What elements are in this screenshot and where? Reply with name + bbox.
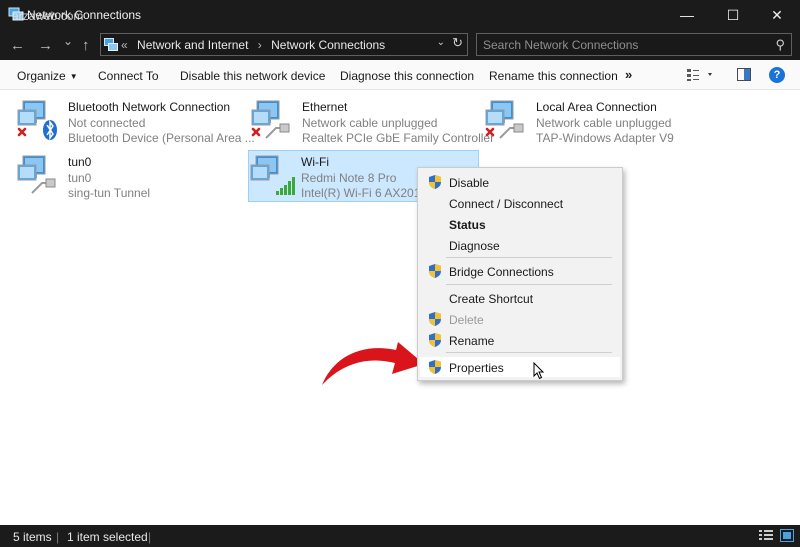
lan-icon [485,100,524,139]
uac-shield-icon [429,175,441,189]
menu-item-label: Create Shortcut [449,292,534,306]
connection-name: Bluetooth Network Connection [68,100,231,114]
change-view-icon[interactable] [686,68,714,82]
ethernet-icon [251,100,290,139]
connection-name: tun0 [68,155,92,169]
menu-item-create-shortcut[interactable]: Create Shortcut [420,288,620,308]
menu-separator [446,257,612,258]
breadcrumb-network-connections[interactable]: Network Connections [271,38,385,52]
address-dropdown-button[interactable]: ⌄ [437,37,445,48]
minimize-icon: — [680,7,694,23]
uac-shield-icon [429,264,441,278]
caret-down-icon: ▼ [69,72,78,81]
red-arrow-annotation [322,342,424,385]
breadcrumb-network-and-internet[interactable]: Network and Internet [137,38,248,52]
back-button[interactable]: ← [10,37,25,54]
connection-device: Bluetooth Device (Personal Area ... [68,131,255,145]
address-bar-row: ← → ⌄ ↑ « Network and Internet › Network… [0,30,800,60]
search-input[interactable] [477,34,767,55]
menu-item-properties[interactable]: Properties [420,357,620,377]
organize-label: Organize [17,69,66,83]
control-panel-icon [104,38,118,51]
forward-button[interactable]: → [38,37,53,54]
menu-item-label: Delete [449,313,484,327]
selection-count: 1 item selected [67,530,148,544]
search-icon[interactable]: ⚲ [775,37,785,53]
menu-item-connect-disconnect[interactable]: Connect / Disconnect [420,193,620,213]
status-separator: | [56,530,60,544]
uac-shield-icon [429,312,441,326]
menu-separator [446,284,612,285]
preview-pane-icon[interactable] [737,68,751,81]
menu-item-delete: Delete [420,309,620,329]
maximize-button[interactable]: ☐ [710,0,756,30]
connection-device: sing-tun Tunnel [68,186,151,200]
menu-item-bridge-connections[interactable]: Bridge Connections [420,261,620,281]
connection-tun0[interactable]: tun0 tun0 sing-tun Tunnel [16,151,216,201]
breadcrumb-overflow[interactable]: « [121,38,128,52]
command-bar: Organize ▼ Connect To Disable this networ… [0,60,800,90]
help-icon[interactable]: ? [769,67,785,83]
connection-ethernet[interactable]: Ethernet Network cable unplugged Realtek… [250,96,494,146]
breadcrumb: « Network and Internet › Network Connect… [121,38,391,52]
menu-item-label: Disable [449,176,490,190]
large-icons-view-icon[interactable] [780,529,794,542]
organize-button[interactable]: Organize ▼ [17,69,78,83]
context-menu: Disable Connect / Disconnect Status Diag… [417,167,623,381]
status-bar: 5 items | 1 item selected | [0,525,800,547]
connect-to-button[interactable]: Connect To [98,69,159,83]
mouse-cursor-icon [533,362,545,380]
menu-item-label: Connect / Disconnect [449,197,564,211]
menu-item-label: Diagnose [449,239,500,253]
maximize-icon: ☐ [726,6,740,23]
more-commands-button[interactable]: » [625,67,632,82]
menu-item-diagnose[interactable]: Diagnose [420,235,620,255]
menu-item-rename[interactable]: Rename [420,330,620,350]
menu-item-label: Bridge Connections [449,265,554,279]
menu-item-status[interactable]: Status [420,214,620,234]
menu-item-disable[interactable]: Disable [420,172,620,192]
uac-shield-icon [429,360,441,374]
refresh-button[interactable]: ↻ [452,35,463,51]
recent-locations-button[interactable]: ⌄ [63,34,73,48]
uac-shield-icon [429,333,441,347]
connection-device: Realtek PCIe GbE Family Controller [302,131,495,145]
wifi-icon [250,155,295,195]
bluetooth-network-icon [17,100,57,141]
connection-status: Network cable unplugged [302,116,438,130]
chevron-right-icon: › [257,38,262,52]
connection-status: Network cable unplugged [536,116,672,130]
close-button[interactable]: ✕ [754,0,800,30]
menu-item-label: Properties [449,361,504,375]
menu-item-label: Status [449,218,486,232]
menu-item-label: Rename [449,334,495,348]
tunnel-icon [17,155,56,194]
connection-local-area[interactable]: Local Area Connection Network cable unpl… [484,96,684,146]
item-count: 5 items [13,530,52,544]
menu-separator [446,352,612,353]
connection-device: TAP-Windows Adapter V9 [536,131,674,145]
title-bar: Network Connections arzaweb.com — ☐ ✕ [0,0,800,30]
connections-view: Bluetooth Network Connection Not connect… [0,90,800,525]
connection-status: Redmi Note 8 Pro [301,171,397,185]
connection-device: Intel(R) Wi-Fi 6 AX201 1 [301,186,431,200]
rename-button[interactable]: Rename this connection [489,69,618,83]
connection-name: Ethernet [302,100,348,114]
connection-status: Not connected [68,116,146,130]
search-box[interactable]: ⚲ [476,33,792,56]
disable-device-button[interactable]: Disable this network device [180,69,325,83]
connection-name: Wi-Fi [301,155,329,169]
connection-name: Local Area Connection [536,100,657,114]
address-field[interactable]: « Network and Internet › Network Connect… [100,33,468,56]
connection-status: tun0 [68,171,92,185]
up-button[interactable]: ↑ [82,37,90,54]
details-view-icon[interactable] [759,529,773,542]
status-separator: | [148,530,152,544]
connection-bluetooth[interactable]: Bluetooth Network Connection Not connect… [16,96,255,146]
diagnose-button[interactable]: Diagnose this connection [340,69,474,83]
close-icon: ✕ [771,6,783,23]
minimize-button[interactable]: — [664,0,710,30]
watermark-text: arzaweb.com [12,9,84,23]
